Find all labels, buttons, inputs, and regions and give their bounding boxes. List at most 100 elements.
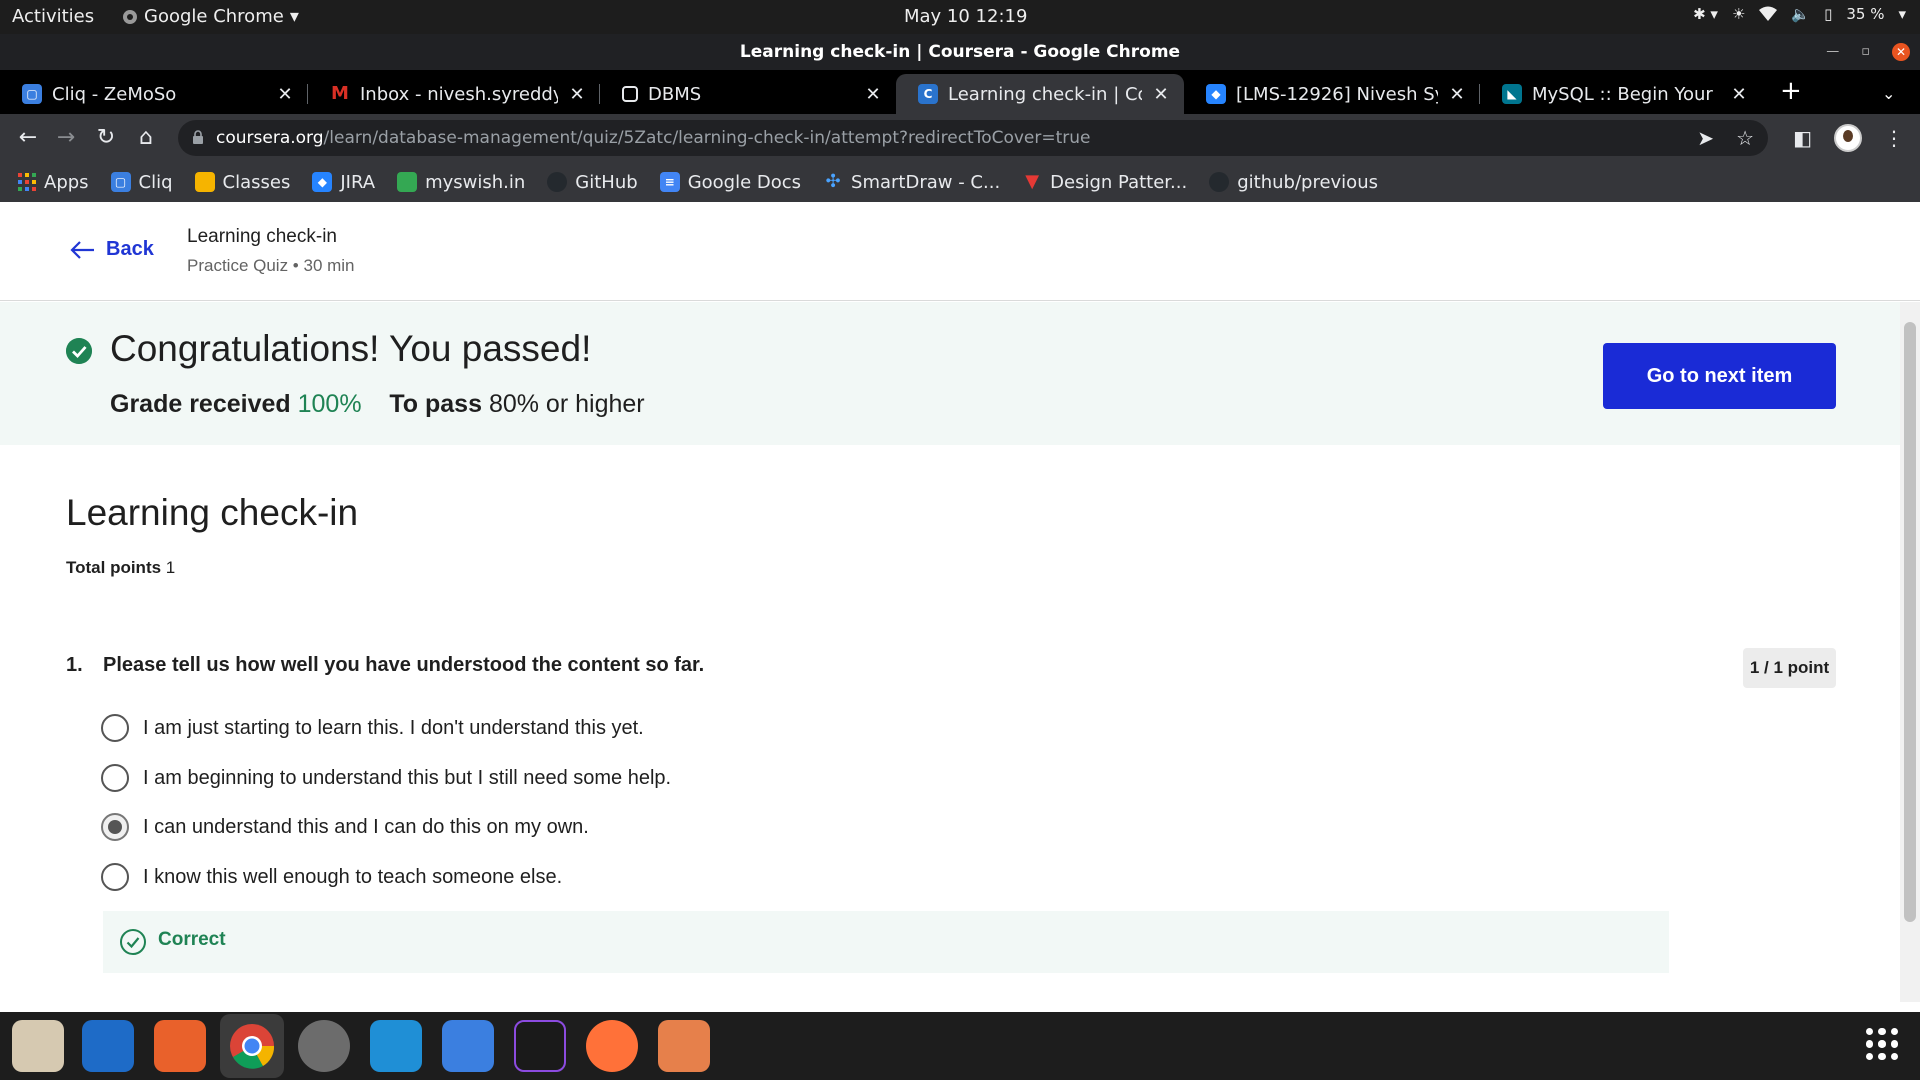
tab-dbms[interactable]: DBMS ✕: [600, 74, 896, 114]
bookmark-label: JIRA: [340, 171, 376, 193]
battery-level: 35 %: [1846, 5, 1885, 23]
bookmark-github-previous[interactable]: github/previous: [1209, 172, 1378, 193]
url-domain: coursera.org: [216, 128, 324, 148]
dock: [0, 1012, 1920, 1080]
quiz-title: Learning check-in: [66, 492, 359, 533]
bookmarks-bar: Apps ▢ Cliq Classes ◆ JIRA myswish.in Gi…: [0, 162, 1920, 202]
settings-icon[interactable]: [298, 1020, 350, 1072]
tab-cliq[interactable]: ▢ Cliq - ZeMoSo ✕: [0, 74, 308, 114]
show-applications-icon[interactable]: [1866, 1028, 1898, 1060]
vscode-icon[interactable]: [370, 1020, 422, 1072]
kebab-menu-icon[interactable]: ⋮: [1884, 126, 1904, 150]
firefox-icon[interactable]: [586, 1020, 638, 1072]
cliq-favicon-icon: ▢: [22, 84, 42, 104]
bookmark-google-docs[interactable]: ≡ Google Docs: [659, 171, 802, 193]
forward-arrow-icon[interactable]: →: [52, 124, 80, 152]
go-to-next-item-button[interactable]: Go to next item: [1603, 343, 1836, 409]
clock[interactable]: May 10 12:19: [904, 6, 1027, 27]
home-icon[interactable]: ⌂: [132, 124, 160, 152]
answer-label: I know this well enough to teach someone…: [143, 865, 563, 888]
grade-summary: Grade received 100% To pass 80% or highe…: [110, 390, 645, 419]
answer-option[interactable]: I know this well enough to teach someone…: [101, 863, 562, 891]
back-button[interactable]: Back: [70, 238, 154, 261]
files-icon[interactable]: [12, 1020, 64, 1072]
answer-label: I am just starting to learn this. I don'…: [143, 716, 644, 739]
apps-grid-icon: [18, 173, 36, 191]
tab-jira[interactable]: ◆ [LMS-12926] Nivesh Syreddy ✕: [1184, 74, 1480, 114]
url-path: /learn/database-management/quiz/5Zatc/le…: [323, 128, 1091, 148]
chrome-icon[interactable]: [220, 1014, 284, 1078]
minimize-icon[interactable]: —: [1826, 34, 1839, 70]
bookmark-github[interactable]: GitHub: [547, 172, 638, 193]
bookmark-smartdraw[interactable]: ✣ SmartDraw - C...: [823, 172, 1000, 193]
impress-icon[interactable]: [658, 1020, 710, 1072]
close-tab-icon[interactable]: ✕: [568, 84, 586, 105]
cliq-icon[interactable]: [442, 1020, 494, 1072]
bookmark-myswish[interactable]: myswish.in: [397, 172, 525, 193]
bookmark-jira[interactable]: ◆ JIRA: [312, 172, 375, 193]
app-center-icon[interactable]: [154, 1020, 206, 1072]
close-tab-icon[interactable]: ✕: [864, 84, 882, 105]
text-editor-icon[interactable]: [82, 1020, 134, 1072]
check-circle-outline-icon: [120, 929, 146, 955]
radio-button[interactable]: [101, 764, 129, 792]
bookmark-label: Apps: [44, 171, 89, 193]
bookmark-classes[interactable]: Classes: [194, 172, 290, 193]
bookmark-label: Google Docs: [687, 171, 802, 193]
app-menu[interactable]: Google Chrome ▾: [122, 6, 299, 27]
arrow-left-icon: [70, 240, 94, 259]
answer-option[interactable]: I am just starting to learn this. I don'…: [101, 714, 644, 742]
vertical-scrollbar[interactable]: [1900, 302, 1920, 1002]
address-bar[interactable]: coursera.org/learn/database-management/q…: [178, 120, 1768, 156]
question-points-badge: 1 / 1 point: [1743, 648, 1836, 688]
bookmark-label: myswish.in: [425, 171, 526, 193]
answer-option[interactable]: I can understand this and I can do this …: [101, 813, 589, 841]
total-points: Total points 1: [66, 558, 175, 578]
system-tray[interactable]: ✱ ▾ ☀ 🔈 ▯ 35 % ▾: [1693, 5, 1906, 23]
bookmark-label: github/previous: [1237, 171, 1378, 193]
bookmark-design-patterns[interactable]: ▼ Design Patter...: [1022, 172, 1187, 193]
accessibility-icon: ✱ ▾: [1693, 5, 1718, 23]
radio-button-selected[interactable]: [101, 813, 129, 841]
send-icon[interactable]: ➤: [1697, 120, 1714, 156]
new-tab-button[interactable]: +: [1780, 76, 1802, 106]
bookmark-star-icon[interactable]: ☆: [1736, 120, 1754, 156]
avatar[interactable]: [1834, 124, 1862, 152]
classroom-icon: [194, 172, 215, 192]
tab-title: Cliq - ZeMoSo: [52, 83, 177, 105]
bookmark-cliq[interactable]: ▢ Cliq: [110, 172, 173, 193]
answer-option[interactable]: I am beginning to understand this but I …: [101, 764, 671, 792]
back-label: Back: [106, 238, 154, 260]
brightness-icon: ☀: [1731, 5, 1746, 23]
close-tab-icon[interactable]: ✕: [276, 84, 294, 105]
close-tab-icon[interactable]: ✕: [1448, 84, 1466, 105]
app-menu-label: Google Chrome: [144, 6, 284, 27]
radio-button[interactable]: [101, 714, 129, 742]
intellij-icon[interactable]: [514, 1020, 566, 1072]
tab-gmail[interactable]: M Inbox - nivesh.syreddy@zemoso ✕: [308, 74, 600, 114]
jira-icon: ◆: [312, 172, 333, 192]
scrollbar-thumb[interactable]: [1904, 322, 1916, 922]
radio-button[interactable]: [101, 863, 129, 891]
tab-coursera[interactable]: C Learning check-in | Coursera ✕: [896, 74, 1184, 114]
bookmark-apps[interactable]: Apps: [18, 172, 89, 193]
window-title: Learning check-in | Coursera - Google Ch…: [739, 42, 1181, 62]
pass-value: 80% or higher: [488, 390, 645, 418]
reload-icon[interactable]: ↻: [92, 124, 120, 152]
wifi-icon: [1759, 6, 1778, 21]
check-circle-icon: [66, 338, 92, 364]
page-content: Back Learning check-in Practice Quiz • 3…: [0, 202, 1920, 1012]
activities-button[interactable]: Activities: [12, 6, 94, 27]
close-tab-icon[interactable]: ✕: [1152, 84, 1170, 105]
tab-search-button[interactable]: ⌄: [1882, 84, 1895, 103]
back-arrow-icon[interactable]: ←: [14, 124, 42, 152]
close-tab-icon[interactable]: ✕: [1730, 84, 1748, 105]
close-window-icon[interactable]: ✕: [1892, 43, 1910, 61]
maximize-icon[interactable]: ▫: [1861, 34, 1870, 70]
docs-icon: ≡: [659, 172, 680, 192]
design-patterns-icon: ▼: [1025, 171, 1040, 192]
side-panel-icon[interactable]: ◧: [1793, 126, 1812, 150]
smartdraw-icon: ✣: [825, 171, 841, 192]
myswish-icon: [397, 172, 418, 192]
tab-mysql[interactable]: ◣ MySQL :: Begin Your Download ✕: [1480, 74, 1762, 114]
